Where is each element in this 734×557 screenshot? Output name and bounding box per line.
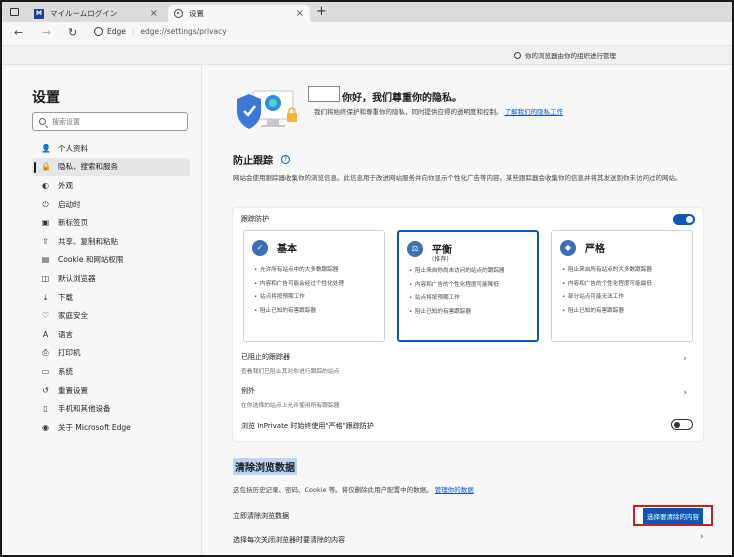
tab-strip: M マイルームログイン × 设置 × +: [2, 2, 732, 22]
level-subtitle: (推荐): [432, 256, 449, 263]
level-strict[interactable]: ◆ 严格 阻止来自所有站点的大多数跟踪器 内容和广告的个性化程度可能最低 部分站…: [551, 230, 693, 342]
help-icon[interactable]: ?: [281, 155, 290, 164]
tracking-protection-label: 跟踪防护: [241, 215, 269, 223]
level-title: 基本: [277, 244, 297, 255]
tracking-protection-toggle[interactable]: [673, 214, 695, 225]
myroom-favicon-icon: M: [34, 8, 44, 19]
tab-label: マイルームログイン: [50, 9, 118, 18]
basic-icon: ✓: [252, 240, 268, 256]
sidebar-item-about[interactable]: ◉ 关于 Microsoft Edge: [32, 418, 190, 437]
sidebar-item-printers[interactable]: ⎙ 打印机: [32, 344, 190, 363]
chevron-right-icon: ›: [683, 354, 687, 364]
managed-banner-link[interactable]: 你的浏览器由你的组织进行管理: [514, 50, 616, 60]
clear-on-close-row[interactable]: 选择每次关闭浏览器时要清除的内容: [233, 535, 345, 545]
clear-description: 这包括历史记录、密码、Cookie 等。将仅删除此用户配置中的数据。 管理你的数…: [233, 486, 474, 494]
sidebar-item-appearance[interactable]: ◐ 外观: [32, 176, 190, 195]
shield-icon: ◆: [560, 240, 576, 256]
reset-icon: ↺: [42, 385, 49, 395]
chevron-right-icon: ›: [700, 532, 704, 542]
inprivate-strict-toggle[interactable]: [671, 419, 693, 430]
system-icon: ▭: [41, 366, 50, 376]
privacy-greeting: 你好，我们尊重你的隐私。: [342, 93, 462, 104]
forward-arrow-icon[interactable]: →: [42, 26, 51, 39]
sidebar-item-family[interactable]: ♡ 家庭安全: [32, 306, 190, 325]
balance-icon: ⚖: [407, 241, 423, 257]
settings-content: 你好，我们尊重你的隐私。 我们将始终保护和尊重你的隐私，同时提供应得的透明度和控…: [203, 65, 732, 555]
level-bullets: 阻止来自所有站点的大多数跟踪器 内容和广告的个性化程度可能最低 部分站点可能无法…: [562, 266, 688, 320]
user-icon: 👤: [41, 143, 51, 153]
edge-icon: ◉: [42, 422, 49, 432]
browser-window: M マイルームログイン × 设置 × + ← → ↻ Edge | edge:/…: [0, 0, 734, 557]
choose-what-to-clear-button[interactable]: 选择要清除的内容: [633, 505, 713, 526]
level-basic[interactable]: ✓ 基本 允许所有站点中的大多数跟踪器 内容和广告可能会经过个性化处理 站点将按…: [243, 230, 385, 342]
tab-settings[interactable]: 设置 ×: [168, 5, 310, 22]
level-bullets: 阻止来自你尚未访问的站点的跟踪器 内容和广告的个性化程度可能降低 站点将按预期工…: [409, 267, 535, 321]
url-field[interactable]: Edge | edge://settings/privacy: [94, 27, 227, 36]
url-text: edge://settings/privacy: [140, 27, 227, 36]
edge-icon: [94, 27, 103, 36]
tab-actions-icon[interactable]: [10, 8, 19, 16]
sidebar-item-share[interactable]: ⇪ 共享、复制和粘贴: [32, 232, 190, 251]
search-placeholder: 搜索设置: [52, 117, 80, 126]
newtab-icon: ▣: [41, 218, 50, 228]
tracking-heading: 防止跟踪 ?: [233, 152, 290, 167]
share-icon: ⇪: [42, 236, 49, 246]
language-icon: A: [42, 329, 49, 339]
site-label: Edge: [107, 27, 126, 36]
profile-name-box: [308, 86, 340, 102]
cookie-icon: ▤: [41, 255, 50, 265]
browser-icon: ◫: [41, 273, 50, 283]
tab-myroom-login[interactable]: M マイルームログイン ×: [28, 5, 164, 22]
new-tab-button[interactable]: +: [316, 4, 327, 19]
tab-label: 设置: [189, 9, 204, 18]
sidebar-item-downloads[interactable]: ⤓ 下载: [32, 288, 190, 307]
clear-now-label: 立即清除浏览数据: [233, 512, 289, 520]
level-balanced[interactable]: ⚖ 平衡 (推荐) 阻止来自你尚未访问的站点的跟踪器 内容和广告的个性化程度可能…: [397, 230, 539, 342]
tracking-card: 跟踪防护 ✓ 基本 允许所有站点中的大多数跟踪器 内容和广告可能会经过个性化处理…: [233, 208, 703, 441]
close-icon[interactable]: ×: [296, 8, 304, 19]
manage-data-link[interactable]: 管理你的数据: [435, 486, 474, 494]
tracking-description: 网站会使用跟踪器收集你的浏览信息。此信息用于改进网站服务并向你显示个性化广告等内…: [233, 174, 682, 182]
sidebar-item-profiles[interactable]: 👤 个人资料: [32, 139, 190, 158]
back-arrow-icon[interactable]: ←: [14, 26, 23, 39]
power-icon: ⏻: [42, 199, 49, 209]
refresh-icon[interactable]: ↻: [68, 26, 77, 39]
managed-banner-text: 你的浏览器由你的组织进行管理: [525, 52, 616, 60]
sidebar-title: 设置: [32, 90, 60, 106]
family-icon: ♡: [41, 311, 50, 321]
blocked-trackers-row[interactable]: 已阻止的跟踪器 查看我们已阻止其对你进行跟踪的站点 ›: [241, 352, 695, 375]
managed-banner: 你的浏览器由你的组织进行管理: [2, 46, 732, 65]
sidebar-item-default-browser[interactable]: ◫ 默认浏览器: [32, 269, 190, 288]
phone-icon: ▯: [43, 404, 48, 414]
privacy-illustration-icon: [237, 90, 297, 129]
chevron-right-icon: ›: [683, 388, 687, 398]
settings-sidebar: 设置 搜索设置 👤 个人资料 🔒 隐私、搜索和服务 ◐ 外观 ⏻ 启动时 ▣ 新标签页 ⇪…: [2, 65, 202, 555]
learn-privacy-link[interactable]: 了解我们的隐私工作: [505, 108, 564, 116]
printer-icon: ⎙: [42, 348, 49, 358]
sidebar-item-system[interactable]: ▭ 系统: [32, 362, 190, 381]
sidebar-menu: 👤 个人资料 🔒 隐私、搜索和服务 ◐ 外观 ⏻ 启动时 ▣ 新标签页 ⇪ 共享、复制和粘贴…: [32, 139, 190, 437]
lock-icon: 🔒: [41, 162, 51, 172]
search-input[interactable]: 搜索设置: [32, 112, 188, 131]
level-title: 严格: [585, 244, 605, 255]
address-bar: ← → ↻ Edge | edge://settings/privacy: [2, 22, 732, 46]
sidebar-item-startup[interactable]: ⏻ 启动时: [32, 195, 190, 214]
download-icon: ⤓: [43, 292, 48, 302]
level-bullets: 允许所有站点中的大多数跟踪器 内容和广告可能会经过个性化处理 站点将按预期工作 …: [254, 266, 380, 320]
sidebar-item-reset[interactable]: ↺ 重置设置: [32, 381, 190, 400]
close-icon[interactable]: ×: [150, 8, 158, 19]
clear-browsing-heading: 清除浏览数据: [233, 458, 297, 475]
privacy-description: 我们将始终保护和尊重你的隐私，同时提供应得的透明度和控制。 了解我们的隐私工作: [314, 108, 564, 116]
sidebar-item-privacy[interactable]: 🔒 隐私、搜索和服务: [32, 157, 190, 177]
search-icon: [39, 118, 46, 125]
gear-icon: [174, 9, 183, 18]
sidebar-item-new-tab[interactable]: ▣ 新标签页: [32, 213, 190, 232]
exceptions-row[interactable]: 例外 在你选择的站点上允许使用所有跟踪器 ›: [241, 386, 695, 409]
inprivate-row: 浏览 InPrivate 时始终使用"严格"跟踪防护: [241, 422, 374, 430]
appearance-icon: ◐: [42, 180, 49, 190]
sidebar-item-phone[interactable]: ▯ 手机和其他设备: [32, 399, 190, 418]
sidebar-item-cookies[interactable]: ▤ Cookie 和网站权限: [32, 251, 190, 270]
sidebar-item-languages[interactable]: A 语言: [32, 325, 190, 344]
organization-icon: [514, 51, 521, 59]
